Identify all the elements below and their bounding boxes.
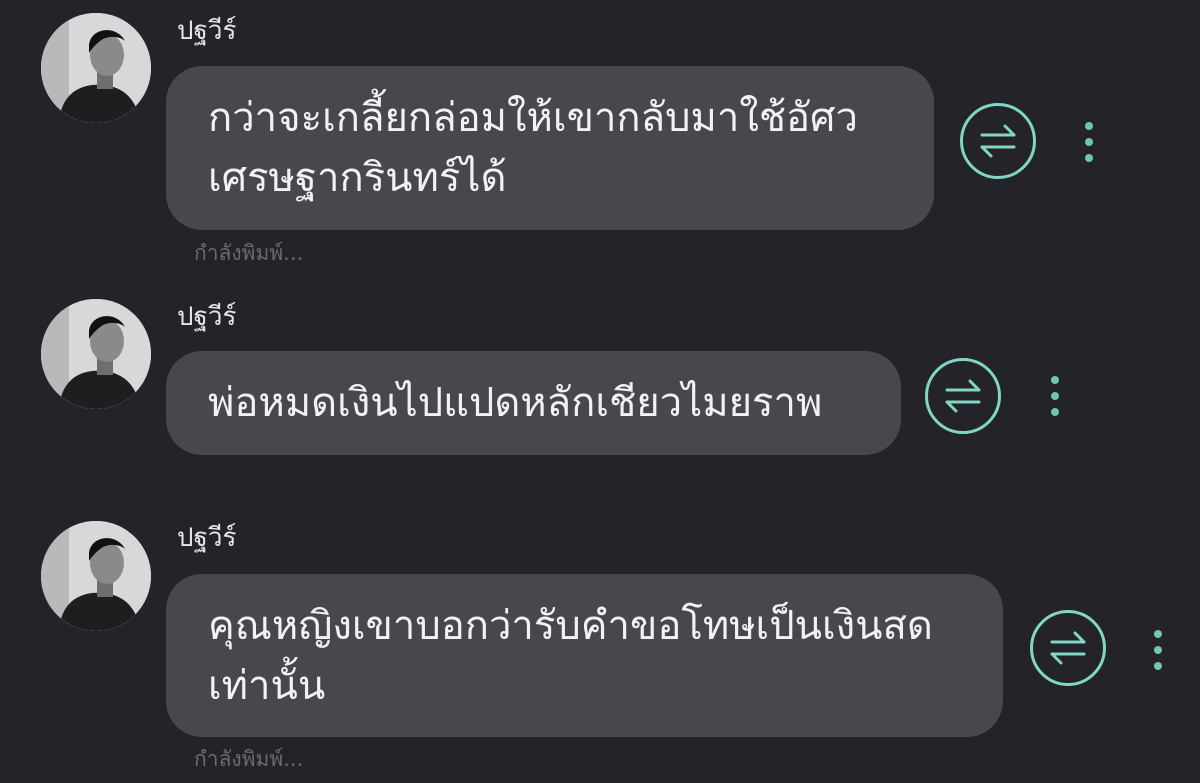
message-line: เศรษฐากรินทร์ได้ (208, 155, 507, 201)
translate-button[interactable] (1030, 610, 1106, 686)
translate-button[interactable] (925, 358, 1001, 434)
sender-name: ปฐวีร์ (177, 523, 237, 553)
more-vertical-icon (1051, 376, 1059, 384)
message-line: คุณหญิงเขาบอกว่ารับคำขอโทษเป็นเงินสด (208, 602, 933, 649)
more-vertical-icon (1154, 630, 1162, 638)
avatar[interactable] (41, 13, 151, 123)
message-line: พ่อหมดเงินไปแปดหลักเชียวไมยราพ (208, 380, 823, 426)
translate-button[interactable] (960, 103, 1036, 179)
message-bubble[interactable]: พ่อหมดเงินไปแปดหลักเชียวไมยราพ (166, 351, 901, 455)
chat-message: ปฐวีร์ คุณหญิงเขาบอกว่ารับคำขอโทษเป็นเงิ… (0, 510, 1200, 783)
message-line: เท่านั้น (208, 662, 326, 709)
message-bubble[interactable]: กว่าจะเกลี้ยกล่อมให้เขากลับมาใช้อัศว เศร… (166, 66, 934, 230)
translate-arrows-icon (980, 124, 1016, 158)
translate-arrows-icon (1050, 631, 1086, 665)
chat-message: ปฐวีร์ พ่อหมดเงินไปแปดหลักเชียวไมยราพ (0, 270, 1200, 510)
message-bubble[interactable]: คุณหญิงเขาบอกว่ารับคำขอโทษเป็นเงินสด เท่… (166, 574, 1003, 737)
sender-name: ปฐวีร์ (177, 302, 237, 332)
more-options-button[interactable] (1082, 120, 1096, 164)
avatar[interactable] (41, 299, 151, 409)
typing-status: กำลังพิมพ์... (194, 241, 304, 265)
chat-message: ปฐวีร์ กว่าจะเกลี้ยกล่อมให้เขากลับมาใช้อ… (0, 0, 1200, 270)
typing-status: กำลังพิมพ์... (194, 747, 304, 771)
more-options-button[interactable] (1048, 374, 1062, 418)
more-vertical-icon (1085, 122, 1093, 130)
sender-name: ปฐวีร์ (177, 16, 237, 46)
avatar[interactable] (41, 521, 151, 631)
message-line: กว่าจะเกลี้ยกล่อมให้เขากลับมาใช้อัศว (208, 95, 858, 141)
more-options-button[interactable] (1151, 628, 1165, 672)
translate-arrows-icon (945, 379, 981, 413)
